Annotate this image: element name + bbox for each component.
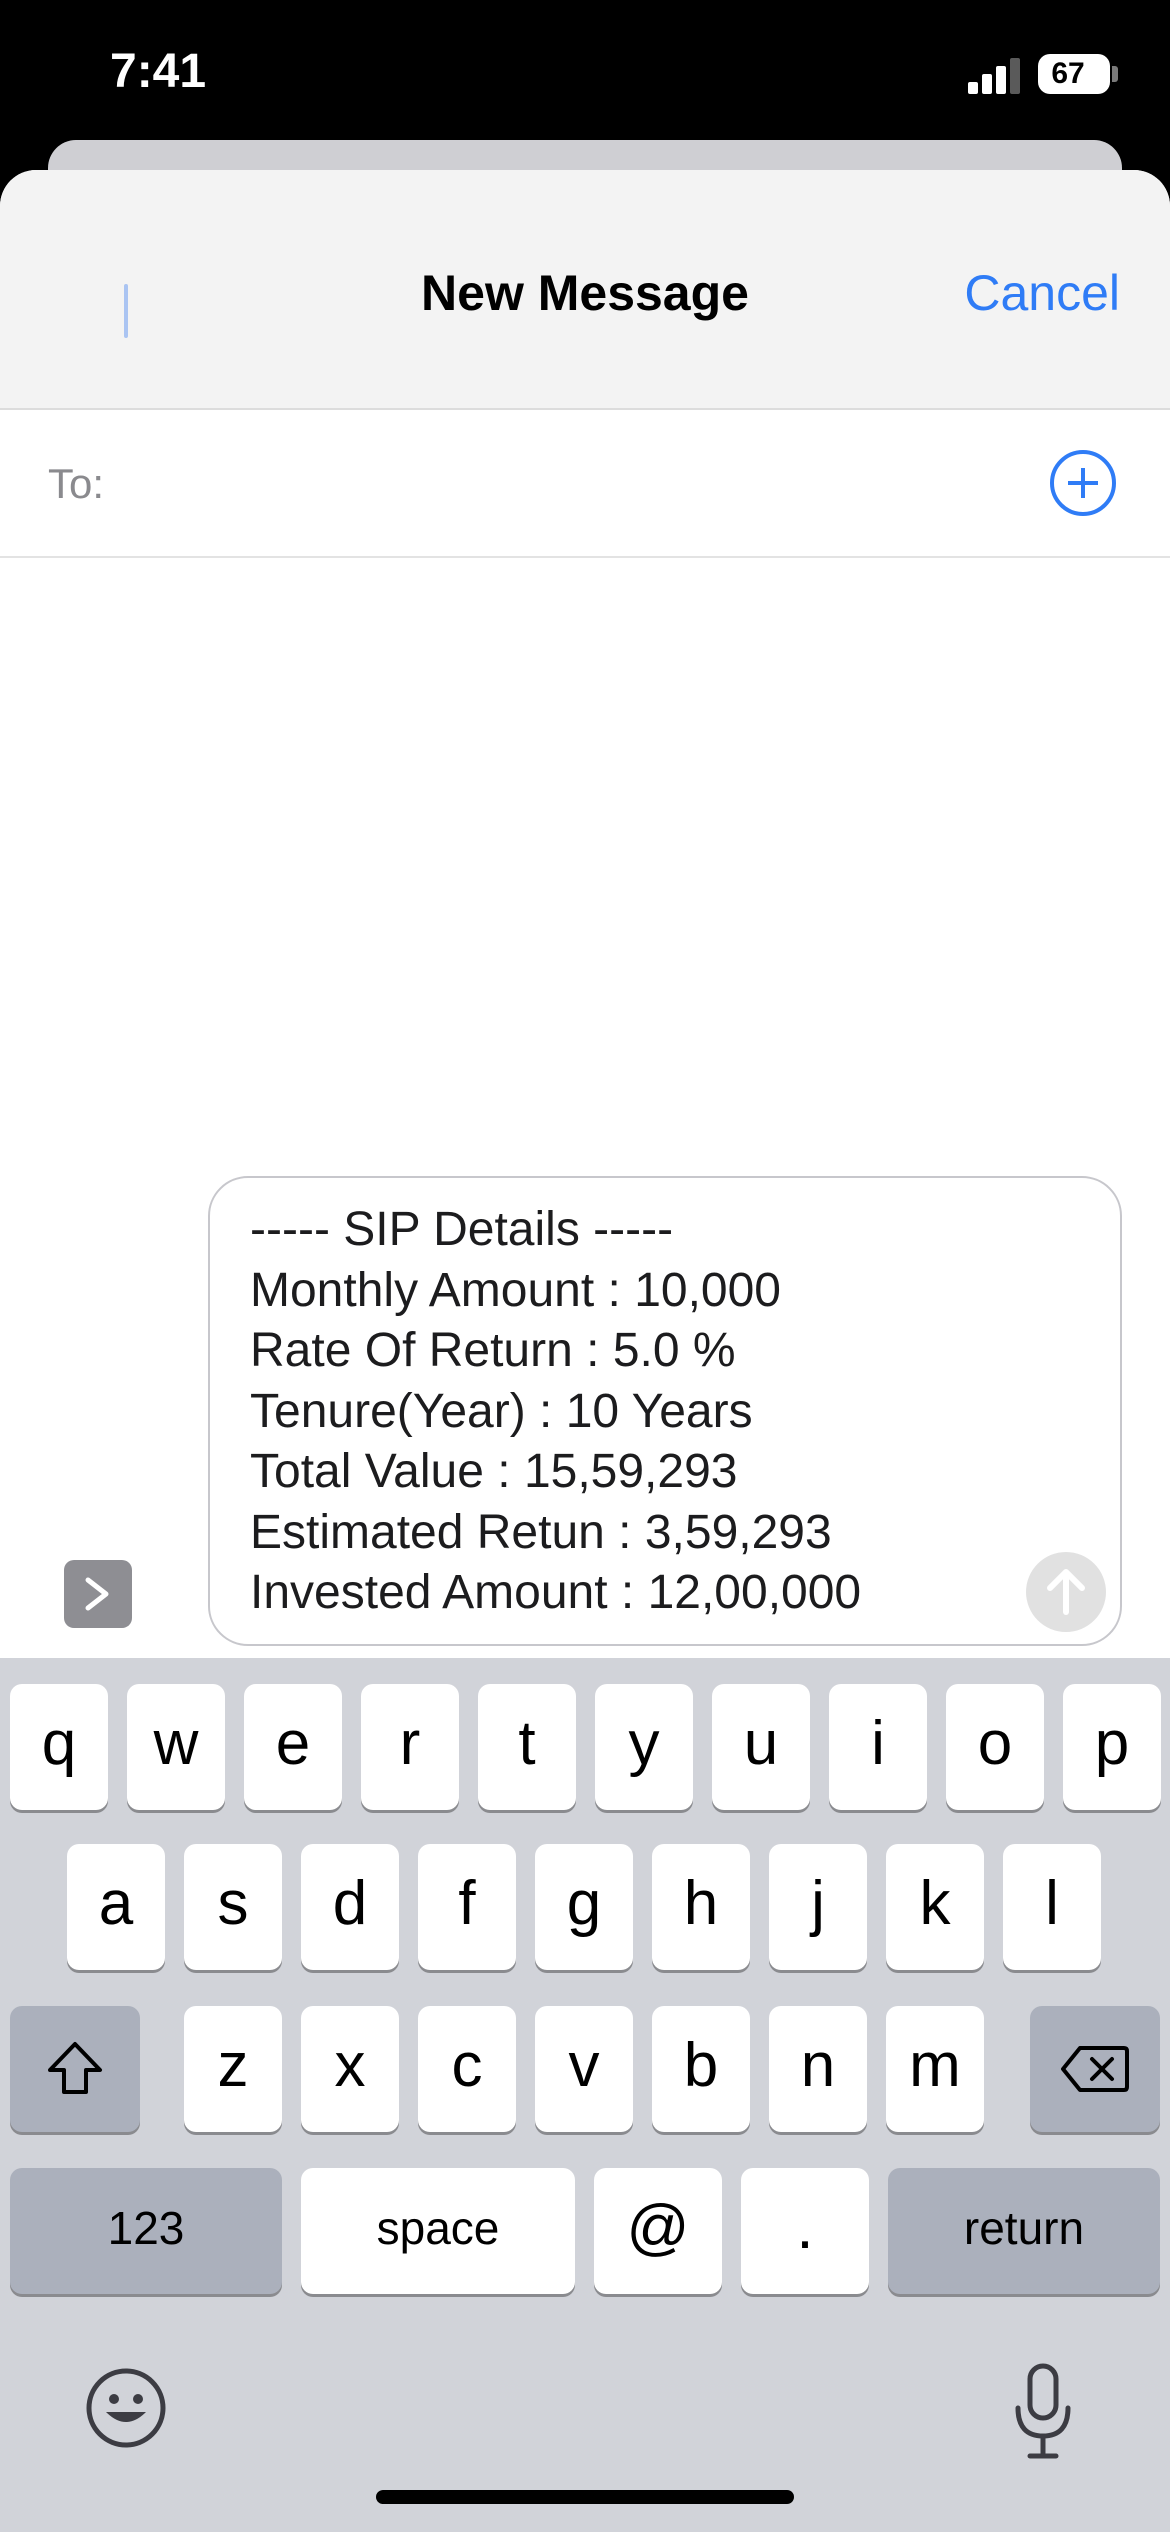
- battery-cap: [1112, 66, 1118, 82]
- emoji-icon: [86, 2368, 166, 2448]
- period-key[interactable]: .: [741, 2168, 869, 2294]
- key-u[interactable]: u: [712, 1684, 810, 1810]
- cancel-button[interactable]: Cancel: [964, 264, 1120, 322]
- message-line: Tenure(Year) : 10 Years: [250, 1384, 753, 1438]
- to-label: To:: [48, 460, 105, 507]
- message-line: Rate Of Return : 5.0 %: [250, 1324, 736, 1377]
- key-o[interactable]: o: [946, 1684, 1044, 1810]
- navigation-bar: New Message Cancel: [0, 170, 1170, 410]
- message-line: Monthly Amount : 10,000: [250, 1263, 781, 1317]
- dictation-button[interactable]: [1008, 2362, 1078, 2462]
- status-time: 7:41: [110, 45, 207, 98]
- key-g[interactable]: g: [535, 1844, 633, 1970]
- emoji-button[interactable]: [84, 2366, 168, 2450]
- key-t[interactable]: t: [478, 1684, 576, 1810]
- key-a[interactable]: a: [67, 1844, 165, 1970]
- message-line: ----- SIP Details -----: [250, 1203, 674, 1256]
- key-p[interactable]: p: [1063, 1684, 1161, 1810]
- home-indicator: [376, 2490, 794, 2504]
- key-j[interactable]: j: [769, 1844, 867, 1970]
- add-contact-button[interactable]: [1050, 450, 1116, 516]
- key-c[interactable]: c: [418, 2006, 516, 2132]
- key-x[interactable]: x: [301, 2006, 399, 2132]
- delete-key[interactable]: [1030, 2006, 1160, 2132]
- send-button[interactable]: [1026, 1552, 1106, 1632]
- key-q[interactable]: q: [10, 1684, 108, 1810]
- shift-icon: [48, 2042, 102, 2094]
- numbers-key[interactable]: 123: [10, 2168, 282, 2294]
- arrow-up-icon: [1047, 1569, 1085, 1615]
- key-h[interactable]: h: [652, 1844, 750, 1970]
- recipient-input[interactable]: [118, 448, 998, 522]
- key-w[interactable]: w: [127, 1684, 225, 1810]
- key-d[interactable]: d: [301, 1844, 399, 1970]
- message-line: Estimated Retun : 3,59,293: [250, 1505, 832, 1559]
- key-y[interactable]: y: [595, 1684, 693, 1810]
- delete-icon: [1061, 2046, 1129, 2092]
- key-v[interactable]: v: [535, 2006, 633, 2132]
- space-key[interactable]: space: [301, 2168, 575, 2294]
- return-key[interactable]: return: [888, 2168, 1160, 2294]
- key-i[interactable]: i: [829, 1684, 927, 1810]
- key-b[interactable]: b: [652, 2006, 750, 2132]
- key-e[interactable]: e: [244, 1684, 342, 1810]
- key-f[interactable]: f: [418, 1844, 516, 1970]
- keyboard: q w e r t y u i o p a s d f g h j k l z …: [0, 1658, 1170, 2532]
- chevron-right-icon: [85, 1577, 109, 1611]
- recipient-row: To:: [0, 412, 1170, 558]
- text-cursor: [124, 284, 128, 338]
- status-bar: 7:41 67: [0, 0, 1170, 150]
- message-input[interactable]: ----- SIP Details ----- Monthly Amount :…: [208, 1176, 1122, 1646]
- key-r[interactable]: r: [361, 1684, 459, 1810]
- microphone-icon: [1015, 2363, 1071, 2459]
- key-z[interactable]: z: [184, 2006, 282, 2132]
- expand-apps-button[interactable]: [64, 1560, 132, 1628]
- shift-key[interactable]: [10, 2006, 140, 2132]
- message-line: Total Value : 15,59,293: [250, 1445, 738, 1498]
- message-line: Invested Amount : 12,00,000: [250, 1566, 862, 1619]
- battery-level: 67: [1051, 57, 1085, 90]
- key-k[interactable]: k: [886, 1844, 984, 1970]
- at-key[interactable]: @: [594, 2168, 722, 2294]
- key-n[interactable]: n: [769, 2006, 867, 2132]
- message-text: ----- SIP Details ----- Monthly Amount :…: [250, 1200, 1030, 1624]
- key-m[interactable]: m: [886, 2006, 984, 2132]
- signal-icon: [968, 58, 1020, 94]
- key-l[interactable]: l: [1003, 1844, 1101, 1970]
- key-s[interactable]: s: [184, 1844, 282, 1970]
- battery-icon: 67: [1038, 54, 1110, 94]
